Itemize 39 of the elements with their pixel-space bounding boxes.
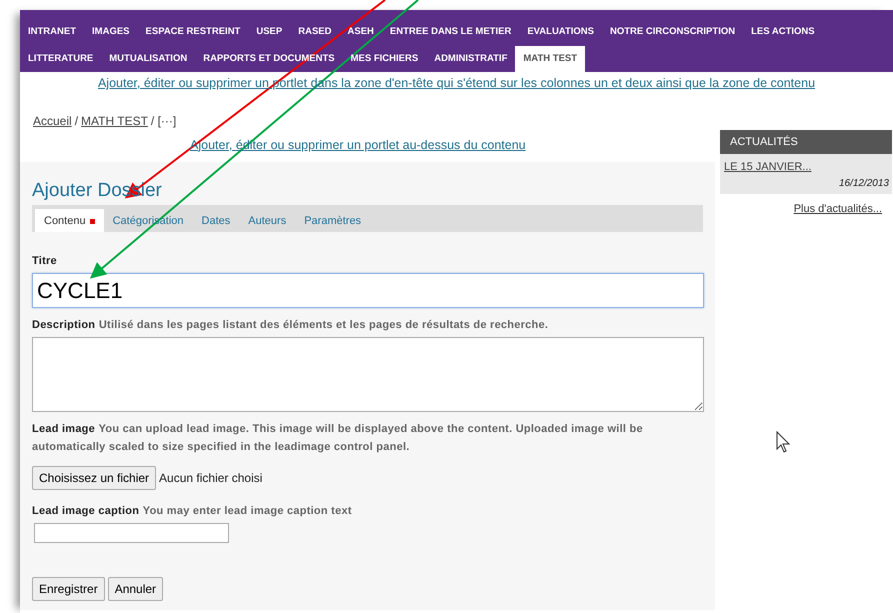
save-button[interactable]: Enregistrer <box>32 577 105 602</box>
nav-tab[interactable]: MUTUALISATION <box>101 46 196 72</box>
nav-tab[interactable]: ESPACE RESTREINT <box>138 19 248 46</box>
nav-tab[interactable]: USEP <box>248 19 290 46</box>
field-description: Lead image caption You may enter lead image caption text <box>32 504 353 520</box>
nav-tab[interactable]: MATH TEST <box>515 46 586 72</box>
breadcrumb-separator: / <box>74 112 78 130</box>
nav-tab[interactable]: LITTERATURE <box>20 46 102 72</box>
nav-tab[interactable]: ENTREE DANS LE METIER <box>382 19 520 46</box>
nav-tab[interactable]: INTRANET <box>20 19 84 46</box>
file-status: Aucun fichier choisi <box>159 470 262 488</box>
news-link[interactable]: LE 15 JANVIER... <box>724 161 812 174</box>
form-tab[interactable]: Dates <box>192 209 240 232</box>
breadcrumb-link[interactable]: Accueil <box>33 112 72 130</box>
mouse-cursor-icon <box>776 430 790 453</box>
more-news-link[interactable]: Plus d'actualités... <box>794 202 882 215</box>
nav-tab[interactable]: RASED <box>290 19 340 46</box>
nav-tab[interactable]: MES FICHIERS <box>342 46 426 72</box>
nav-tab[interactable]: LES ACTIONS <box>743 19 823 46</box>
description-field[interactable] <box>32 337 704 412</box>
news-date: 16/12/2013 <box>838 176 889 191</box>
caption-field[interactable] <box>34 523 229 544</box>
form-tab[interactable]: Auteurs <box>239 209 296 232</box>
choose-file-button[interactable]: Choisissez un fichier <box>32 466 156 490</box>
nav-tab[interactable]: ASEH <box>340 19 382 46</box>
text-field[interactable]: CYCLE1 <box>32 273 704 308</box>
field-description: Lead image You can upload lead image. This image will be displayed above the content. Uploaded image will be automatically scaled to size specified in the leadimage control panel. <box>32 422 644 456</box>
portlet-header: ACTUALITÉS <box>720 130 892 154</box>
nav-tab[interactable]: ADMINISTRATIF <box>426 46 516 72</box>
form-tab[interactable]: Contenu <box>35 209 104 232</box>
field-label: Titre <box>32 254 58 270</box>
nav-tab[interactable]: NOTRE CIRCONSCRIPTION <box>602 19 744 46</box>
breadcrumb-link[interactable]: MATH TEST <box>81 112 148 130</box>
nav-tab[interactable]: EVALUATIONS <box>519 19 602 46</box>
nav-tab[interactable]: IMAGES <box>84 19 138 46</box>
breadcrumb-separator: / [···] <box>150 112 176 130</box>
cancel-button[interactable]: Annuler <box>108 577 164 602</box>
field-description: Description Utilisé dans les pages listant des éléments et les pages de résultats de recherche. <box>32 318 550 334</box>
form-tab[interactable]: Paramètres <box>295 209 370 232</box>
